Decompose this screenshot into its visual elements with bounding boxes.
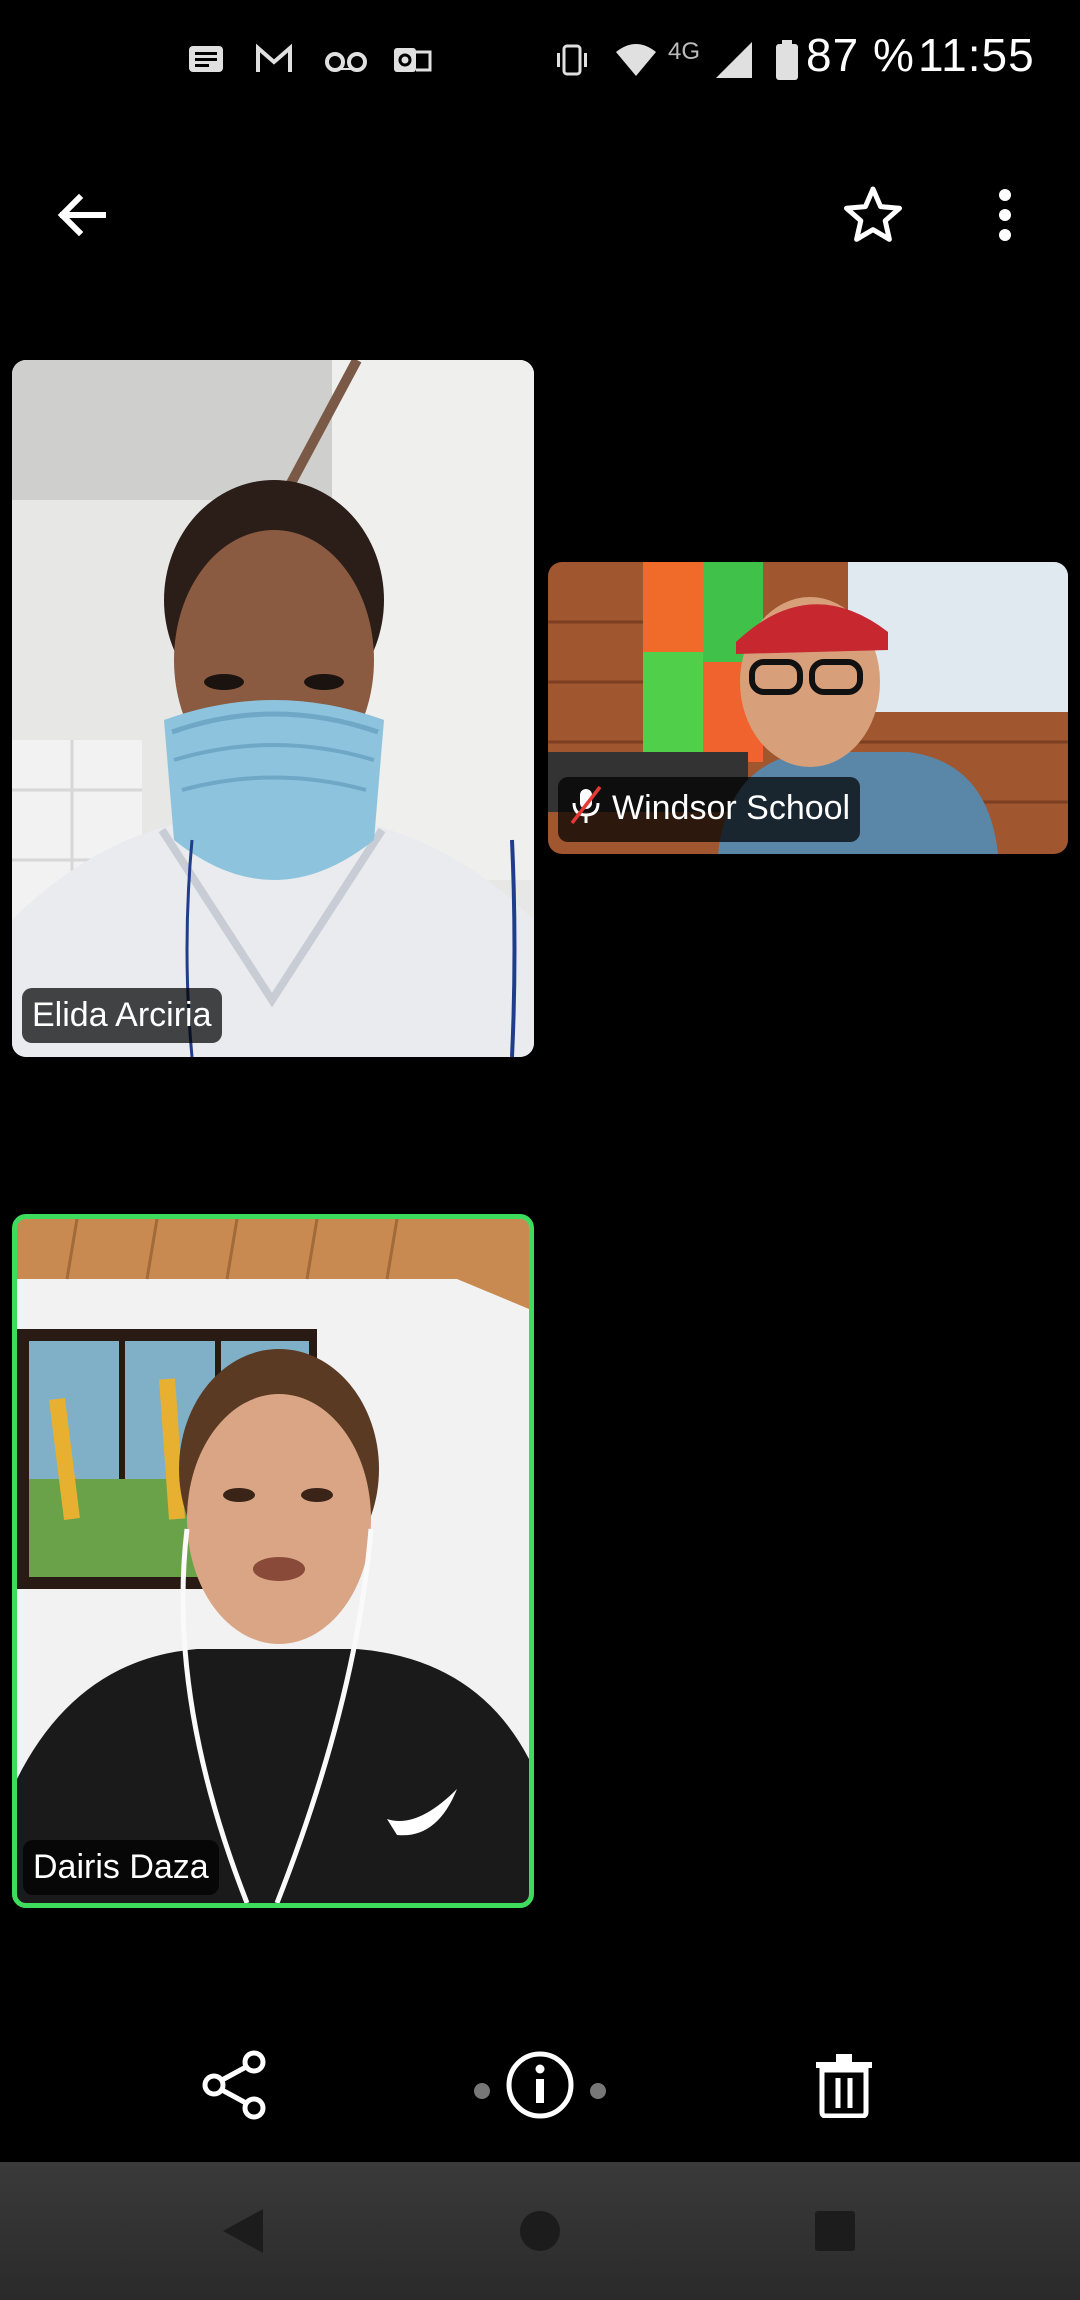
app-bar (0, 160, 1080, 270)
participant-name: Dairis Daza (33, 1848, 209, 1886)
participant-name: Elida Arciria (32, 996, 212, 1034)
system-nav-bar (0, 2162, 1080, 2300)
network-type: 4G (668, 38, 701, 65)
participant-video (17, 1219, 529, 1903)
participant-video (12, 360, 534, 1057)
vibrate-icon (552, 40, 592, 80)
status-bar: 4G 87 % 11:55 (0, 0, 1080, 120)
share-button[interactable] (180, 2030, 290, 2140)
signal-icon (712, 40, 756, 80)
more-vertical-icon (999, 189, 1011, 241)
clock-time: 11:55 (918, 29, 1035, 81)
participant-name-badge: Elida Arciria (22, 988, 222, 1043)
delete-button[interactable] (789, 2030, 899, 2140)
more-options-button[interactable] (950, 160, 1060, 270)
arrow-left-icon (57, 193, 106, 237)
nav-recents-button[interactable] (800, 2196, 870, 2266)
participant-name-badge: Dairis Daza (23, 1840, 219, 1895)
active-speaker-tile[interactable]: Dairis Daza (12, 1214, 534, 1908)
back-button[interactable] (26, 160, 136, 270)
participant-name-badge: Windsor School (558, 777, 861, 842)
participant-tile[interactable]: Windsor School (548, 562, 1068, 854)
star-outline-icon (844, 186, 902, 242)
outlook-icon (392, 40, 432, 80)
messages-icon (186, 40, 226, 80)
participant-name: Windsor School (612, 789, 851, 827)
nav-home-icon (520, 2211, 560, 2251)
nav-back-icon (223, 2209, 263, 2253)
page-indicator-dot (474, 2083, 490, 2099)
info-icon (506, 2051, 574, 2119)
battery-percent: 87 % (806, 29, 915, 81)
info-button[interactable] (485, 2030, 595, 2140)
battery-icon (774, 40, 800, 80)
gmail-icon (254, 40, 294, 80)
page-indicator-dot (590, 2083, 606, 2099)
nav-back-button[interactable] (208, 2196, 278, 2266)
nav-home-button[interactable] (505, 2196, 575, 2266)
voicemail-icon (324, 40, 367, 80)
trash-icon (816, 2054, 872, 2118)
favorite-button[interactable] (818, 160, 928, 270)
wifi-icon (614, 40, 656, 80)
bottom-action-bar (0, 2030, 1080, 2140)
mic-muted-icon (568, 785, 604, 834)
share-icon (202, 2050, 266, 2120)
participant-tile[interactable]: Elida Arciria (12, 360, 534, 1057)
nav-recents-icon (815, 2211, 855, 2251)
